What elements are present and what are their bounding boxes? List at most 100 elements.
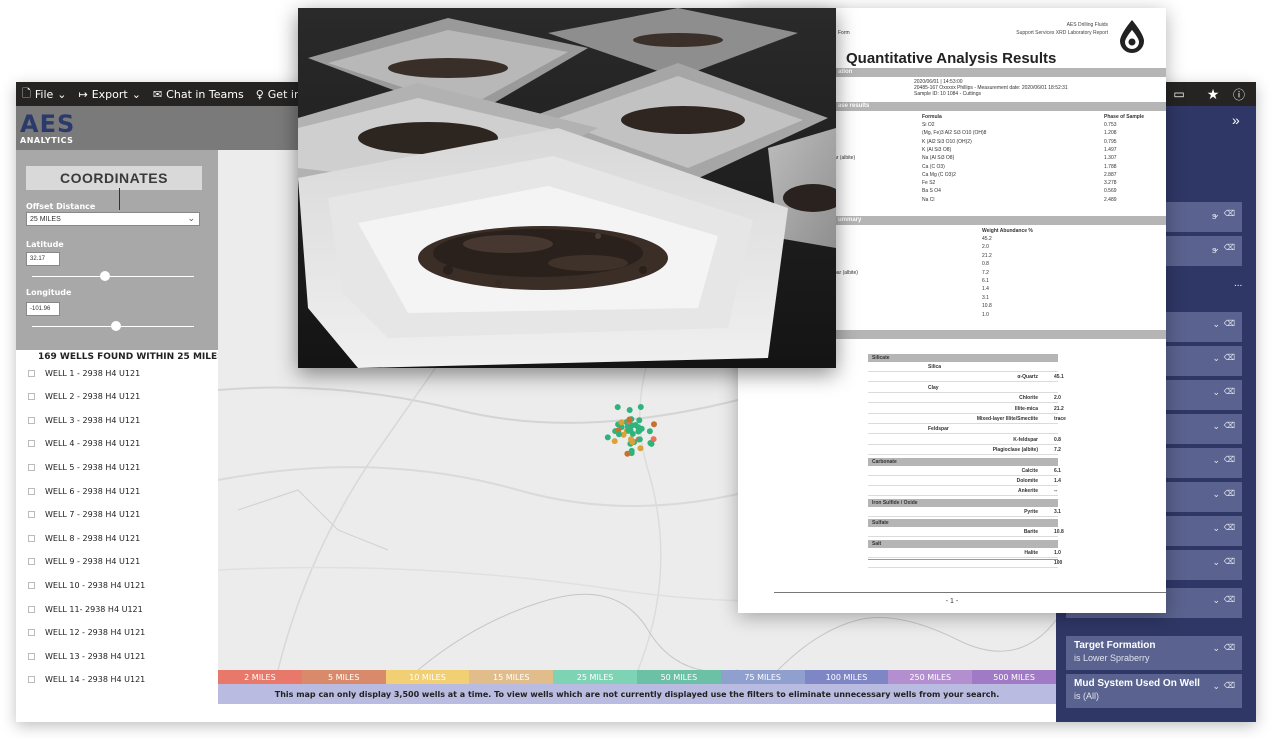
checkbox[interactable] (28, 393, 35, 401)
well-marker[interactable] (636, 436, 643, 443)
latitude-slider-track[interactable] (32, 276, 194, 277)
well-list-item[interactable]: WELL 13 - 2938 H4 U121 (28, 647, 145, 665)
table-row-rule (868, 495, 1058, 497)
export-menu[interactable]: ↦ Export ⌄ (73, 88, 147, 101)
well-marker[interactable] (618, 419, 625, 426)
file-menu[interactable]: 🗋 File ⌄ (16, 85, 73, 104)
well-list-item[interactable]: WELL 1 - 2938 H4 U121 (28, 364, 140, 382)
well-list-item[interactable]: WELL 5 - 2938 H4 U121 (28, 458, 140, 476)
more-options-icon[interactable]: ... (1234, 278, 1242, 289)
chevron-down-icon[interactable]: ⌄ (1212, 681, 1220, 692)
table-row-value: 10.8 (1054, 529, 1064, 536)
well-list-item[interactable]: WELL 2 - 2938 H4 U121 (28, 388, 140, 406)
longitude-input[interactable]: -101.96 (26, 302, 60, 316)
well-list-item[interactable]: WELL 6 - 2938 H4 U121 (28, 482, 140, 500)
well-marker[interactable] (637, 445, 644, 452)
clear-filter-icon[interactable]: ⌫ (1224, 387, 1235, 396)
checkbox[interactable] (28, 369, 35, 377)
well-marker[interactable] (646, 428, 653, 435)
well-marker[interactable] (625, 425, 632, 432)
checkbox[interactable] (28, 511, 35, 519)
well-marker[interactable] (616, 431, 622, 438)
well-list-item[interactable]: WELL 4 - 2938 H4 U121 (28, 435, 140, 453)
clear-filter-icon[interactable]: ⌫ (1224, 421, 1235, 430)
clear-filter-icon[interactable]: ⌫ (1224, 681, 1235, 690)
checkbox[interactable] (28, 629, 35, 637)
chevron-down-icon[interactable]: ⌄ (1212, 353, 1220, 364)
table-row-value: 2.0 (1054, 395, 1061, 402)
clear-filter-icon[interactable]: ⌫ (1224, 353, 1235, 362)
clear-filter-icon[interactable]: ⌫ (1224, 595, 1235, 604)
well-marker[interactable] (636, 417, 643, 424)
chevron-down-icon[interactable]: ⌄ (1212, 387, 1220, 398)
chevron-down-icon[interactable]: ⌄ (1212, 455, 1220, 466)
well-marker[interactable] (637, 404, 644, 410)
clear-filter-icon[interactable]: ⌫ (1224, 523, 1235, 532)
well-list-item[interactable]: WELL 8 - 2938 H4 U121 (28, 529, 140, 547)
filter-card[interactable]: Mud System Used On Well is (All) ⌄ ⌫ (1066, 674, 1242, 708)
chevron-down-icon[interactable]: ⌄ (1212, 523, 1220, 534)
well-marker[interactable] (651, 421, 657, 428)
chevron-down-icon[interactable]: ⌄ (1212, 421, 1220, 432)
checkbox[interactable] (28, 605, 35, 613)
comment-button[interactable]: ▭ (1168, 82, 1190, 106)
well-list-item[interactable]: WELL 11- 2938 H4 U121 (28, 600, 143, 618)
chevron-down-icon[interactable]: ⌄ (1212, 595, 1220, 606)
clear-filter-icon[interactable]: ⌫ (1224, 243, 1235, 252)
table-row-rule (868, 381, 1058, 383)
checkbox[interactable] (28, 581, 35, 589)
checkbox[interactable] (28, 487, 35, 495)
well-list-item[interactable]: WELL 9 - 2938 H4 U121 (28, 553, 140, 571)
legend-item: 2 MILES (218, 670, 302, 684)
favorite-button[interactable]: ★ (1202, 82, 1224, 106)
well-marker[interactable] (604, 434, 611, 441)
checkbox[interactable] (28, 652, 35, 660)
collapse-filters-icon[interactable]: » (1232, 112, 1240, 128)
latitude-input[interactable]: 32.17 (26, 252, 60, 266)
clear-filter-icon[interactable]: ⌫ (1224, 455, 1235, 464)
checkbox[interactable] (28, 440, 35, 448)
chevron-down-icon[interactable]: ⌄ (1212, 643, 1220, 654)
chevron-down-icon[interactable]: ⌄ (1212, 243, 1220, 254)
phase-formula: Ba S O4 (922, 188, 941, 195)
clear-filter-icon[interactable]: ⌫ (1224, 643, 1235, 652)
clear-filter-icon[interactable]: ⌫ (1224, 557, 1235, 566)
offset-distance-select[interactable]: 25 MILES ⌄ (26, 212, 200, 226)
chevron-down-icon[interactable]: ⌄ (1212, 209, 1220, 220)
well-list-item[interactable]: WELL 10 - 2938 H4 U121 (28, 576, 145, 594)
well-list-item[interactable]: WELL 14 - 2938 H4 U121 (28, 671, 145, 689)
checkbox[interactable] (28, 534, 35, 542)
well-name: WELL 10 - 2938 H4 U121 (45, 580, 146, 590)
distance-legend: 2 MILES 5 MILES 10 MILES 15 MILES 25 MILES 50… (218, 670, 1056, 684)
well-marker[interactable] (648, 440, 655, 447)
filter-card[interactable]: Target Formation is Lower Spraberry ⌄ ⌫ (1066, 636, 1242, 670)
well-list-item[interactable]: WELL 7 - 2938 H4 U121 (28, 506, 140, 524)
filter-title: Mud System Used On Well (1074, 678, 1200, 689)
clear-filter-icon[interactable]: ⌫ (1224, 489, 1235, 498)
chevron-down-icon[interactable]: ⌄ (1212, 557, 1220, 568)
info-button[interactable]: ⓘ (1228, 82, 1250, 106)
well-marker[interactable] (626, 416, 633, 423)
well-list-item[interactable]: WELL 12 - 2938 H4 U121 (28, 624, 145, 642)
well-marker[interactable] (611, 438, 618, 445)
chat-in-teams-button[interactable]: ✉ Chat in Teams (147, 88, 250, 101)
well-marker[interactable] (614, 404, 621, 411)
checkbox[interactable] (28, 676, 35, 684)
well-marker[interactable] (629, 430, 636, 437)
checkbox[interactable] (28, 416, 35, 424)
well-marker[interactable] (628, 436, 634, 443)
chevron-down-icon[interactable]: ⌄ (1212, 489, 1220, 500)
clear-filter-icon[interactable]: ⌫ (1224, 319, 1235, 328)
well-marker[interactable] (624, 450, 631, 457)
table-row-label: K-feldspar (1013, 436, 1038, 443)
well-marker[interactable] (636, 427, 643, 434)
latitude-slider-thumb[interactable] (99, 271, 110, 281)
longitude-slider-thumb[interactable] (111, 321, 122, 331)
well-list-item[interactable]: WELL 3 - 2938 H4 U121 (28, 411, 140, 429)
well-marker[interactable] (626, 407, 633, 413)
clear-filter-icon[interactable]: ⌫ (1224, 209, 1235, 218)
checkbox[interactable] (28, 463, 35, 471)
chevron-down-icon[interactable]: ⌄ (1212, 319, 1220, 330)
checkbox[interactable] (28, 558, 35, 566)
phase-formula: Ca (C O3) (922, 163, 945, 170)
